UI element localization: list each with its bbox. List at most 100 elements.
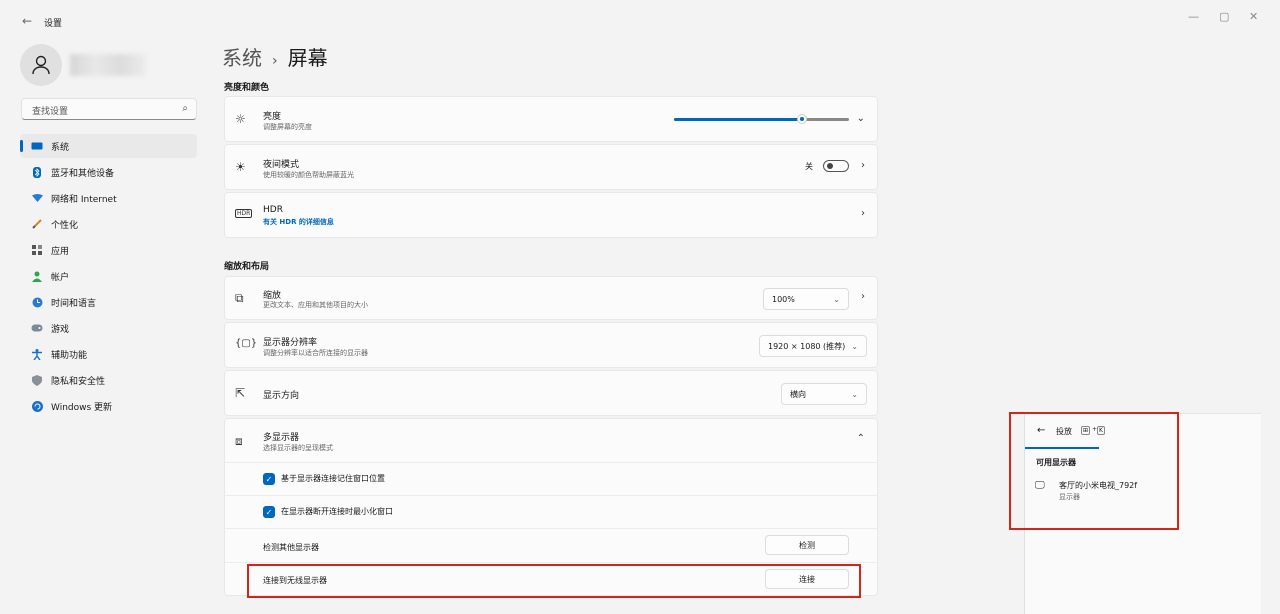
- chevron-right-icon[interactable]: ›: [861, 160, 865, 171]
- sidebar-item-label: 系统: [51, 142, 70, 153]
- close-button[interactable]: ✕: [1249, 10, 1258, 23]
- sun-icon: ☼: [235, 112, 246, 126]
- night-light-card[interactable]: ☀ 夜间模式 使用较暖的颜色帮助屏蔽蓝光 关 ›: [224, 144, 878, 190]
- multi-display-subtitle: 选择显示器的呈现模式: [263, 444, 333, 452]
- back-arrow-icon[interactable]: ←: [22, 14, 32, 28]
- sidebar-item-label: Windows 更新: [51, 402, 113, 413]
- search-icon: ⌕: [182, 103, 188, 114]
- sidebar-item-label: 隐私和安全性: [51, 376, 106, 387]
- bluetooth-icon: [30, 165, 44, 179]
- breadcrumb-separator: ›: [272, 53, 278, 69]
- sidebar-item-time-language[interactable]: 时间和语言: [20, 290, 197, 314]
- scale-dropdown[interactable]: 100% ⌄: [763, 288, 849, 310]
- sidebar-item-personalization[interactable]: 个性化: [20, 212, 197, 236]
- brightness-slider-thumb[interactable]: [796, 114, 807, 124]
- sidebar-item-label: 个性化: [51, 220, 79, 231]
- night-light-state: 关: [805, 162, 813, 171]
- brightness-slider[interactable]: [674, 114, 849, 124]
- sidebar-item-label: 时间和语言: [51, 298, 97, 309]
- sidebar-item-accessibility[interactable]: 辅助功能: [20, 342, 197, 366]
- sidebar-item-privacy[interactable]: 隐私和安全性: [20, 368, 197, 392]
- night-light-toggle[interactable]: [823, 160, 849, 172]
- shield-icon: [30, 373, 44, 387]
- brightness-subtitle: 调整屏幕的亮度: [263, 123, 312, 131]
- user-name-redacted: [70, 54, 146, 76]
- breadcrumb-parent[interactable]: 系统: [222, 46, 262, 70]
- minimize-windows-label: 在显示器断开连接时最小化窗口: [281, 507, 393, 516]
- resolution-value: 1920 × 1080 (推荐): [768, 341, 846, 351]
- minimize-button[interactable]: —: [1188, 10, 1199, 23]
- user-icon: [32, 55, 50, 75]
- sidebar-item-bluetooth[interactable]: 蓝牙和其他设备: [20, 160, 197, 184]
- hdr-card[interactable]: HDR HDR 有关 HDR 的详细信息 ›: [224, 192, 878, 238]
- chevron-down-icon: ⌄: [851, 341, 858, 351]
- hdr-link[interactable]: 有关 HDR 的详细信息: [263, 217, 334, 227]
- breadcrumb: 系统 › 屏幕: [222, 42, 328, 71]
- scale-card: ⧉ 缩放 更改文本、应用和其他项目的大小 100% ⌄ ›: [224, 276, 878, 320]
- sidebar-item-label: 帐户: [51, 272, 70, 283]
- highlight-box-cast: [1009, 412, 1179, 530]
- scale-subtitle: 更改文本、应用和其他项目的大小: [263, 301, 368, 309]
- page-title: 屏幕: [287, 46, 328, 70]
- detect-button[interactable]: 检测: [765, 535, 849, 555]
- remember-windows-label: 基于显示器连接记住窗口位置: [281, 474, 385, 483]
- gamepad-icon: [30, 321, 44, 335]
- sidebar-item-gaming[interactable]: 游戏: [20, 316, 197, 340]
- maximize-button[interactable]: ▢: [1219, 10, 1229, 23]
- wifi-icon: [30, 191, 44, 205]
- orientation-value: 横向: [790, 389, 806, 399]
- sidebar-item-label: 游戏: [51, 324, 70, 335]
- sidebar-item-apps[interactable]: 应用: [20, 238, 197, 262]
- sidebar-item-windows-update[interactable]: Windows 更新: [20, 394, 197, 418]
- monitor-icon: [30, 139, 44, 153]
- sidebar-item-network[interactable]: 网络和 Internet: [20, 186, 197, 210]
- orientation-title: 显示方向: [263, 391, 300, 401]
- sidebar-item-label: 应用: [51, 246, 70, 257]
- account-icon: [30, 269, 44, 283]
- resolution-title: 显示器分辨率: [263, 338, 318, 348]
- minimize-windows-row: ✓ 在显示器断开连接时最小化窗口: [225, 495, 877, 528]
- app-title: 设置: [44, 19, 63, 29]
- search-input[interactable]: [30, 102, 174, 122]
- chevron-up-icon[interactable]: ⌃: [857, 433, 865, 444]
- chevron-down-icon: ⌄: [851, 389, 858, 399]
- minimize-windows-checkbox[interactable]: ✓: [263, 506, 275, 518]
- sidebar-item-label: 网络和 Internet: [51, 194, 117, 205]
- night-light-icon: ☀: [235, 160, 246, 174]
- avatar[interactable]: [20, 44, 62, 86]
- brightness-title: 亮度: [263, 112, 282, 122]
- section-title-scale-layout: 缩放和布局: [224, 262, 270, 272]
- active-indicator: [20, 140, 23, 152]
- chevron-right-icon[interactable]: ›: [861, 291, 865, 302]
- remember-windows-checkbox[interactable]: ✓: [263, 473, 275, 485]
- night-light-subtitle: 使用较暖的颜色帮助屏蔽蓝光: [263, 171, 354, 179]
- resolution-subtitle: 调整分辨率以适合所连接的显示器: [263, 349, 368, 357]
- sidebar-item-system[interactable]: 系统: [20, 134, 197, 158]
- orientation-dropdown[interactable]: 横向 ⌄: [781, 383, 867, 405]
- chevron-right-icon[interactable]: ›: [861, 208, 865, 219]
- highlight-box-wireless: [247, 564, 861, 598]
- search-box[interactable]: ⌕: [21, 98, 197, 122]
- detect-displays-label: 检测其他显示器: [263, 543, 319, 552]
- multi-display-title: 多显示器: [263, 433, 300, 443]
- brush-icon: [30, 217, 44, 231]
- orientation-icon: ⇱: [235, 386, 246, 400]
- detect-displays-row: 检测其他显示器 检测: [225, 528, 877, 563]
- resolution-dropdown[interactable]: 1920 × 1080 (推荐) ⌄: [759, 335, 867, 357]
- apps-icon: [30, 243, 44, 257]
- sidebar-item-label: 辅助功能: [51, 350, 88, 361]
- night-light-title: 夜间模式: [263, 160, 300, 170]
- orientation-card: ⇱ 显示方向 横向 ⌄: [224, 370, 878, 416]
- resolution-card: {▢} 显示器分辨率 调整分辨率以适合所连接的显示器 1920 × 1080 (…: [224, 322, 878, 368]
- scale-value: 100%: [772, 294, 795, 304]
- chevron-down-icon[interactable]: ⌄: [857, 113, 865, 124]
- remember-windows-row: ✓ 基于显示器连接记住窗口位置: [225, 462, 877, 495]
- globe-clock-icon: [30, 295, 44, 309]
- chevron-down-icon: ⌄: [833, 294, 840, 304]
- update-icon: [30, 399, 44, 413]
- sidebar-item-accounts[interactable]: 帐户: [20, 264, 197, 288]
- brightness-slider-fill: [674, 118, 802, 121]
- multi-display-icon: ⧈: [235, 434, 243, 448]
- sidebar-item-label: 蓝牙和其他设备: [51, 168, 115, 179]
- hdr-icon: HDR: [235, 209, 253, 218]
